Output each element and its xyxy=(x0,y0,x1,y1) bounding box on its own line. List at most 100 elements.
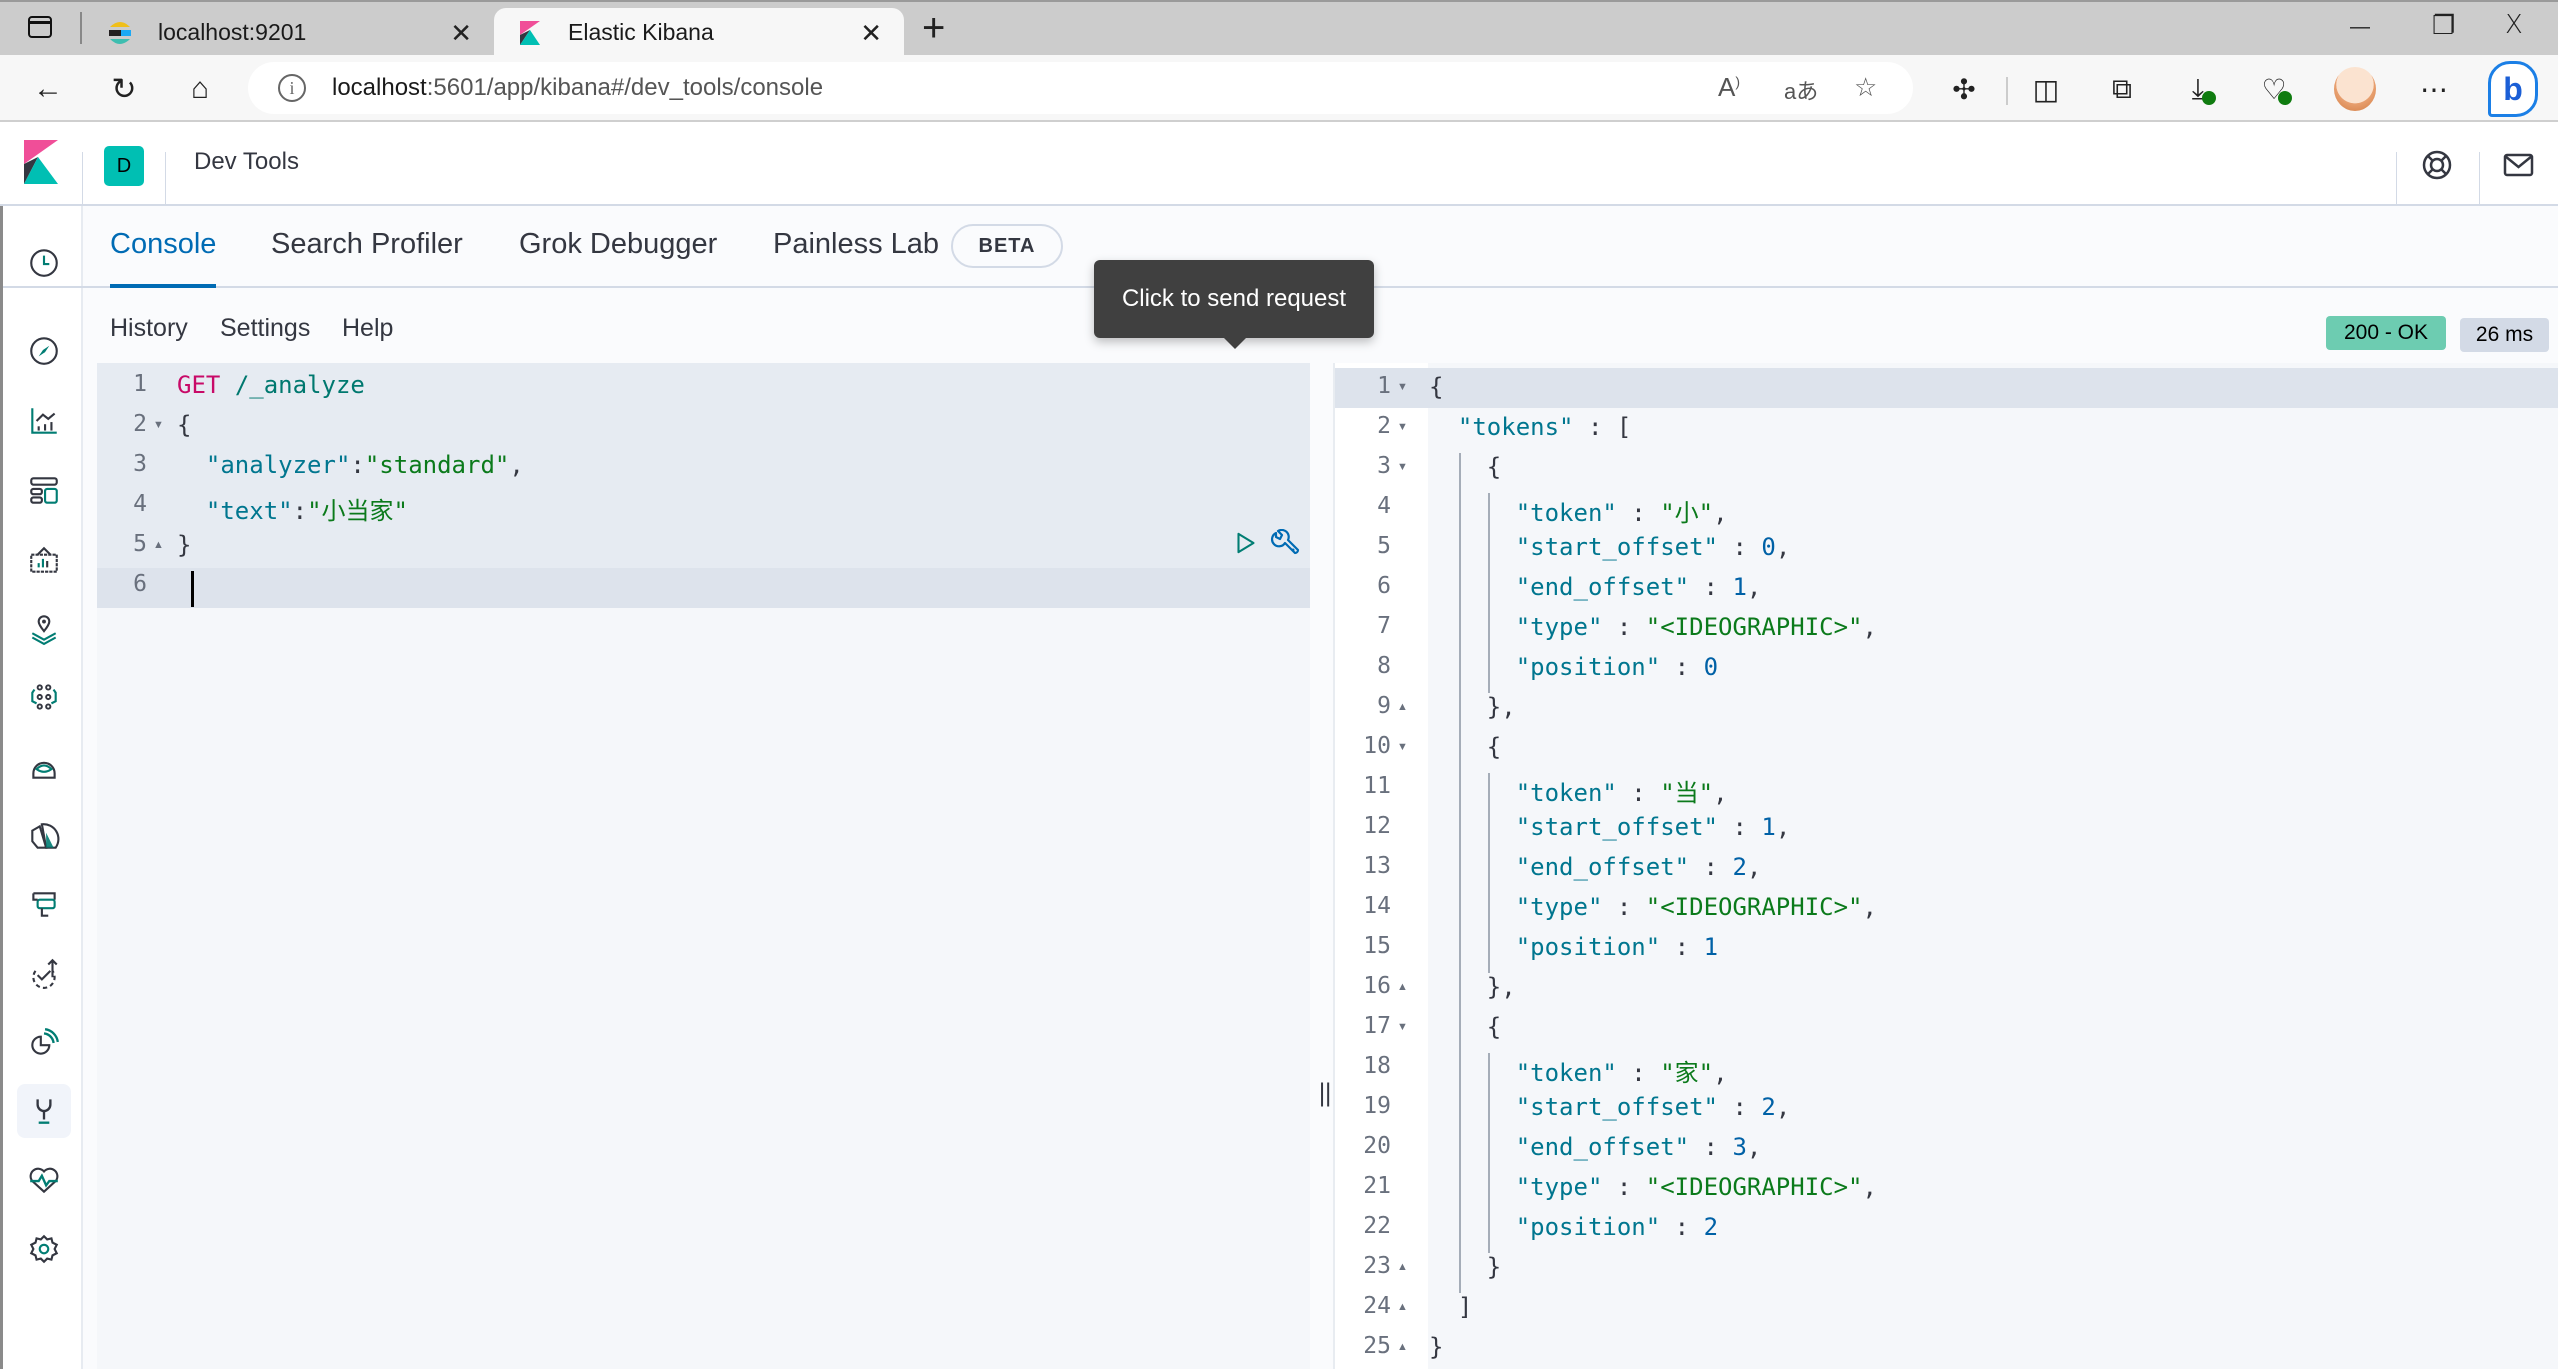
unfold-toggle-icon[interactable]: ▲ xyxy=(1397,1301,1408,1313)
recently-viewed-clock-icon[interactable] xyxy=(25,244,63,282)
unfold-toggle-icon[interactable]: ▲ xyxy=(1397,981,1408,993)
address-bar[interactable]: i localhost:5601/app/kibana#/dev_tools/c… xyxy=(248,62,1913,114)
home-button[interactable]: ⌂ xyxy=(178,67,222,111)
siem-icon[interactable] xyxy=(25,748,63,786)
logs-icon[interactable] xyxy=(25,818,63,856)
maps-icon[interactable] xyxy=(25,610,63,648)
tab-actions-icon[interactable] xyxy=(28,16,52,38)
code-line: "type" : "<IDEOGRAPHIC>", xyxy=(1429,893,1877,921)
favorite-star-icon[interactable]: ☆ xyxy=(1854,72,1877,103)
send-request-play-icon[interactable] xyxy=(1236,531,1256,555)
menu-history[interactable]: History xyxy=(110,314,188,343)
tab-search-profiler[interactable]: Search Profiler xyxy=(271,228,463,288)
code-token: } xyxy=(177,531,192,559)
profile-avatar[interactable] xyxy=(2334,67,2376,111)
site-info-icon[interactable]: i xyxy=(278,74,306,102)
read-aloud-icon[interactable]: A) xyxy=(1718,72,1740,103)
request-editor[interactable]: 1 GET /_analyze 2 ▼{3 "analyzer":"standard"… xyxy=(97,363,1310,1369)
apm-icon[interactable] xyxy=(25,886,63,924)
minimize-button[interactable]: — xyxy=(2350,16,2370,39)
discover-compass-icon[interactable] xyxy=(25,332,63,370)
fold-toggle-icon[interactable]: ▼ xyxy=(153,419,164,431)
dev-tools-wrench-icon[interactable] xyxy=(17,1084,71,1138)
fold-toggle-icon[interactable]: ▼ xyxy=(1397,421,1408,433)
unfold-toggle-icon[interactable]: ▲ xyxy=(1397,701,1408,713)
line-number: 2 xyxy=(133,411,147,437)
unfold-toggle-icon[interactable]: ▲ xyxy=(1397,1341,1408,1353)
split-screen-icon[interactable]: ◫ xyxy=(2024,67,2068,111)
code-token: , xyxy=(1713,499,1728,527)
indent-guide xyxy=(1488,773,1490,973)
fold-toggle-icon[interactable]: ▼ xyxy=(1397,381,1408,393)
fold-toggle-icon[interactable]: ▼ xyxy=(1397,741,1408,753)
json-string: "<IDEOGRAPHIC>" xyxy=(1645,893,1863,921)
space-avatar[interactable]: D xyxy=(104,146,144,186)
management-gear-icon[interactable] xyxy=(25,1230,63,1268)
fold-toggle-icon[interactable]: ▼ xyxy=(1397,461,1408,473)
tab-console[interactable]: Console xyxy=(110,228,217,288)
code-line: "start_offset" : 1, xyxy=(1429,813,1791,841)
line-number: 21 xyxy=(1363,1173,1391,1199)
url-text[interactable]: localhost:5601/app/kibana#/dev_tools/con… xyxy=(332,74,823,102)
browser-essentials-icon[interactable]: ♡ xyxy=(2252,67,2296,111)
restore-button[interactable]: ❐ xyxy=(2432,10,2455,41)
code-line: "end_offset" : 3, xyxy=(1429,1133,1762,1161)
nav-divider xyxy=(3,286,86,288)
response-output: 1 ▼{2 ▼ "tokens" : [3 ▼ {4 "token" : "小", 5 … xyxy=(1335,363,2558,1369)
line-number: 7 xyxy=(1377,613,1391,639)
help-lifebuoy-icon[interactable] xyxy=(2420,148,2454,182)
request-options-wrench-icon[interactable] xyxy=(1270,529,1300,559)
tab-painless-lab[interactable]: Painless Lab xyxy=(773,228,939,288)
code-token: , xyxy=(1746,853,1762,881)
metrics-icon[interactable] xyxy=(25,1024,63,1062)
code-line: "position" : 2 xyxy=(1429,1213,1718,1241)
kibana-logo[interactable] xyxy=(24,140,58,184)
extensions-icon[interactable]: ✣ xyxy=(1942,67,1986,111)
pane-resizer-handle[interactable]: || xyxy=(1310,363,1335,1369)
browser-tab-localhost-9201[interactable]: localhost:9201 ✕ xyxy=(84,8,494,57)
tab-grok-debugger[interactable]: Grok Debugger xyxy=(519,228,717,288)
bing-copilot-icon[interactable]: b xyxy=(2488,61,2538,117)
newsfeed-mail-icon[interactable] xyxy=(2502,148,2536,182)
line-number: 4 xyxy=(1377,493,1391,519)
machine-learning-icon[interactable] xyxy=(25,678,63,716)
code-token: , xyxy=(1775,813,1791,841)
code-line: "end_offset" : 2, xyxy=(1429,853,1762,881)
close-window-button[interactable]: X xyxy=(2505,10,2523,40)
stack-monitoring-icon[interactable] xyxy=(25,1161,63,1199)
beta-badge: BETA xyxy=(951,224,1063,268)
json-string: "<IDEOGRAPHIC>" xyxy=(1645,1173,1863,1201)
browser-tab-elastic-kibana[interactable]: Elastic Kibana ✕ xyxy=(494,8,904,57)
menu-settings[interactable]: Settings xyxy=(220,314,310,343)
code-line: } xyxy=(1429,1253,1501,1281)
visualize-icon[interactable] xyxy=(25,402,63,440)
uptime-icon[interactable] xyxy=(25,954,63,992)
close-tab-icon[interactable]: ✕ xyxy=(860,18,882,49)
translate-icon[interactable]: aあ xyxy=(1784,74,1818,106)
unfold-toggle-icon[interactable]: ▲ xyxy=(153,539,164,551)
downloads-icon[interactable]: ⤓ xyxy=(2176,67,2220,111)
code-token: : xyxy=(1689,573,1733,601)
dashboard-icon[interactable] xyxy=(25,472,63,510)
line-number: 1 xyxy=(133,371,147,397)
refresh-button[interactable]: ↻ xyxy=(102,67,146,111)
code-token: : xyxy=(1660,1213,1704,1241)
line-number: 16 xyxy=(1363,973,1391,999)
code-token: } xyxy=(1429,1333,1444,1361)
new-tab-button[interactable]: + xyxy=(922,6,945,51)
unfold-toggle-icon[interactable]: ▲ xyxy=(1397,1261,1408,1273)
code-token: : xyxy=(1602,893,1646,921)
back-button[interactable]: ← xyxy=(26,67,70,111)
fold-toggle-icon[interactable]: ▼ xyxy=(1397,1021,1408,1033)
more-icon[interactable]: ⋯ xyxy=(2412,67,2456,111)
menu-help[interactable]: Help xyxy=(342,314,393,343)
canvas-icon[interactable] xyxy=(25,542,63,580)
collections-icon[interactable]: ⧉ xyxy=(2100,67,2144,111)
json-key: "tokens" xyxy=(1457,413,1574,441)
json-string: "小当家" xyxy=(307,497,408,525)
close-tab-icon[interactable]: ✕ xyxy=(450,18,472,49)
